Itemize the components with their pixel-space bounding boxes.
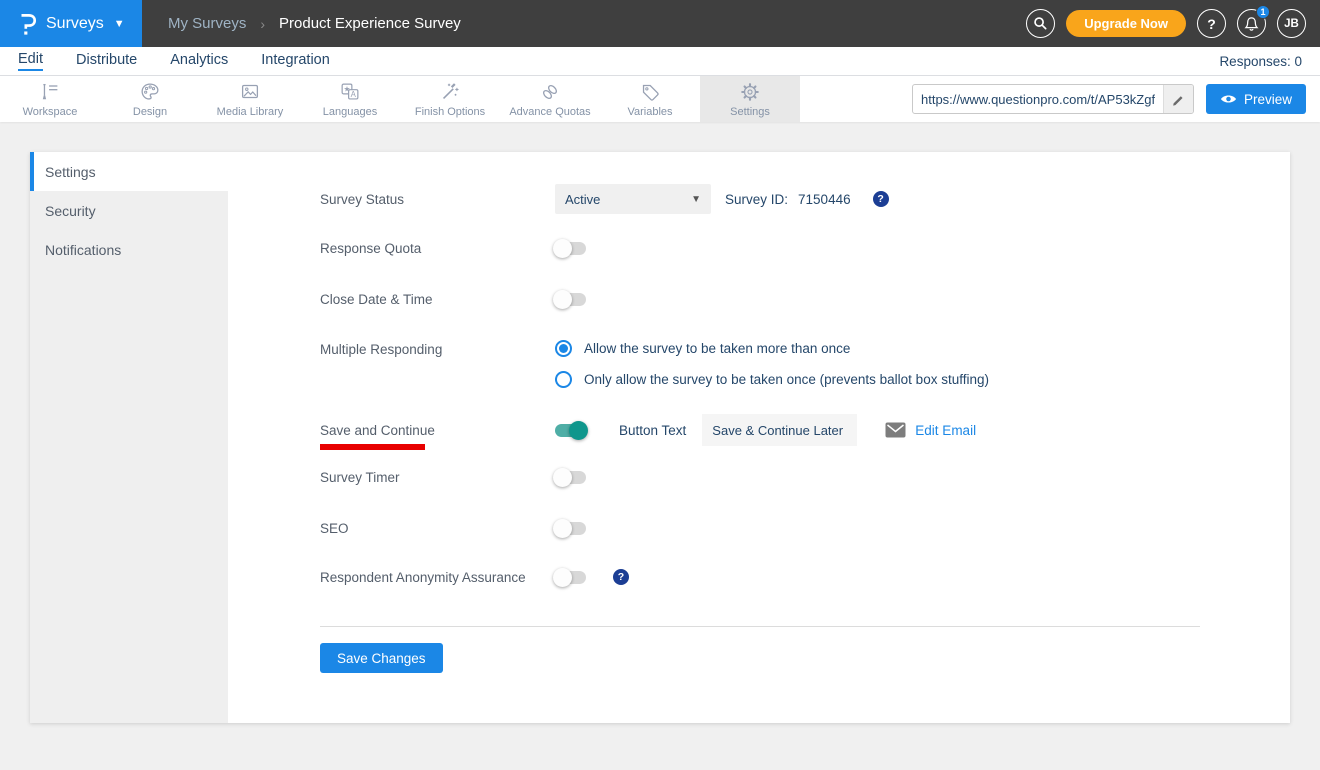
response-quota-row: Response Quota: [320, 238, 1200, 258]
workspace-icon: [38, 80, 62, 104]
gear-icon: [738, 80, 762, 104]
tab-analytics[interactable]: Analytics: [170, 52, 228, 70]
survey-tabbar: Edit Distribute Analytics Integration Re…: [0, 47, 1320, 76]
survey-url-input[interactable]: [913, 92, 1163, 107]
tab-integration[interactable]: Integration: [261, 52, 330, 70]
multiple-responding-options: Allow the survey to be taken more than o…: [555, 340, 989, 388]
multiple-responding-row: Multiple Responding Allow the survey to …: [320, 340, 1200, 388]
survey-status-select[interactable]: Active ▼: [555, 184, 711, 214]
chevron-down-icon: ▼: [691, 194, 701, 205]
radio-option-once-only[interactable]: Only allow the survey to be taken once (…: [555, 371, 989, 388]
edit-url-button[interactable]: [1163, 85, 1193, 113]
survey-status-row: Survey Status Active ▼ Survey ID: 715044…: [320, 184, 1200, 214]
product-switcher[interactable]: Surveys ▼: [0, 0, 142, 47]
response-quota-label: Response Quota: [320, 241, 555, 256]
settings-form: Survey Status Active ▼ Survey ID: 715044…: [228, 152, 1290, 723]
radio-option-multiple-allowed[interactable]: Allow the survey to be taken more than o…: [555, 340, 989, 357]
save-changes-button[interactable]: Save Changes: [320, 643, 443, 673]
tag-icon: [638, 80, 662, 104]
form-divider: [320, 626, 1200, 627]
close-date-row: Close Date & Time: [320, 289, 1200, 309]
seo-label: SEO: [320, 521, 555, 536]
tab-edit[interactable]: Edit: [18, 51, 43, 71]
topbar: Surveys ▼ My Surveys › Product Experienc…: [0, 0, 1320, 47]
survey-url-group: [912, 84, 1194, 114]
toolbar-item-settings[interactable]: Settings: [700, 76, 800, 122]
questionpro-logo-icon: [16, 11, 38, 37]
notification-badge: 1: [1256, 5, 1270, 19]
svg-text:A: A: [351, 90, 357, 99]
image-icon: [238, 80, 262, 104]
envelope-icon: [885, 422, 906, 438]
close-date-label: Close Date & Time: [320, 292, 555, 307]
sidebar-item-security[interactable]: Security: [30, 191, 228, 230]
red-annotation-underline: [320, 444, 425, 450]
breadcrumb-my-surveys[interactable]: My Surveys: [168, 15, 246, 32]
avatar-initials: JB: [1284, 18, 1299, 30]
save-and-continue-toggle[interactable]: [555, 424, 586, 437]
product-switcher-label: Surveys: [46, 15, 104, 33]
preview-button[interactable]: Preview: [1206, 84, 1306, 114]
topbar-actions: Upgrade Now ? 1 JB: [1026, 0, 1306, 47]
palette-icon: [138, 80, 162, 104]
sidebar-item-notifications[interactable]: Notifications: [30, 230, 228, 269]
edit-email-link[interactable]: Edit Email: [885, 422, 976, 438]
settings-card: Settings Security Notifications Survey S…: [30, 152, 1290, 723]
save-and-continue-label: Save and Continue: [320, 423, 555, 438]
eye-icon: [1220, 93, 1237, 105]
translate-icon: ★ A: [338, 80, 362, 104]
chain-link-icon: [538, 80, 562, 104]
button-text-label: Button Text: [619, 423, 686, 438]
toolbar-item-variables[interactable]: Variables: [600, 76, 700, 122]
seo-toggle[interactable]: [555, 522, 586, 535]
breadcrumb: My Surveys › Product Experience Survey: [142, 0, 461, 47]
question-mark-icon: ?: [1207, 16, 1216, 32]
notifications-button[interactable]: 1: [1237, 9, 1266, 38]
tab-distribute[interactable]: Distribute: [76, 52, 137, 70]
survey-timer-row: Survey Timer: [320, 467, 1200, 487]
upgrade-now-button[interactable]: Upgrade Now: [1066, 10, 1186, 37]
respondent-anonymity-row: Respondent Anonymity Assurance ?: [320, 567, 1200, 587]
anonymity-help-icon[interactable]: ?: [613, 569, 629, 585]
respondent-anonymity-toggle[interactable]: [555, 571, 586, 584]
search-button[interactable]: [1026, 9, 1055, 38]
sidebar-item-settings[interactable]: Settings: [30, 152, 228, 191]
responses-count: Responses: 0: [1219, 54, 1302, 69]
bell-icon: [1244, 16, 1259, 32]
response-quota-toggle[interactable]: [555, 242, 586, 255]
avatar[interactable]: JB: [1277, 9, 1306, 38]
button-text-input[interactable]: [702, 414, 857, 446]
survey-id-value: 7150446: [798, 192, 851, 207]
magic-wand-icon: [438, 80, 462, 104]
toolbar-item-design[interactable]: Design: [100, 76, 200, 122]
radio-unselected-icon[interactable]: [555, 371, 572, 388]
survey-timer-toggle[interactable]: [555, 471, 586, 484]
seo-row: SEO: [320, 518, 1200, 538]
toolbar-item-languages[interactable]: ★ A Languages: [300, 76, 400, 122]
pencil-icon: [1171, 92, 1185, 106]
survey-timer-label: Survey Timer: [320, 470, 555, 485]
multiple-responding-label: Multiple Responding: [320, 340, 555, 357]
close-date-toggle[interactable]: [555, 293, 586, 306]
respondent-anonymity-label: Respondent Anonymity Assurance: [320, 570, 555, 585]
save-and-continue-row: Save and Continue Button Text Edit Email: [320, 414, 1200, 446]
survey-id-label: Survey ID:: [725, 192, 788, 207]
survey-status-label: Survey Status: [320, 192, 555, 207]
radio-selected-icon[interactable]: [555, 340, 572, 357]
help-button[interactable]: ?: [1197, 9, 1226, 38]
chevron-down-icon: ▼: [114, 18, 125, 30]
toolbar-item-advance-quotas[interactable]: Advance Quotas: [500, 76, 600, 122]
toolbar-item-finish-options[interactable]: Finish Options: [400, 76, 500, 122]
toolbar-right: Preview: [912, 84, 1306, 114]
edit-toolbar: Workspace Design Media Library ★ A Langu…: [0, 76, 1320, 122]
breadcrumb-current: Product Experience Survey: [279, 15, 461, 32]
main-area: Settings Security Notifications Survey S…: [0, 122, 1320, 753]
survey-id-help-icon[interactable]: ?: [873, 191, 889, 207]
toolbar-item-media-library[interactable]: Media Library: [200, 76, 300, 122]
settings-sidebar: Settings Security Notifications: [30, 152, 228, 723]
toolbar-item-workspace[interactable]: Workspace: [0, 76, 100, 122]
breadcrumb-separator: ›: [260, 16, 265, 32]
search-icon: [1033, 16, 1048, 31]
